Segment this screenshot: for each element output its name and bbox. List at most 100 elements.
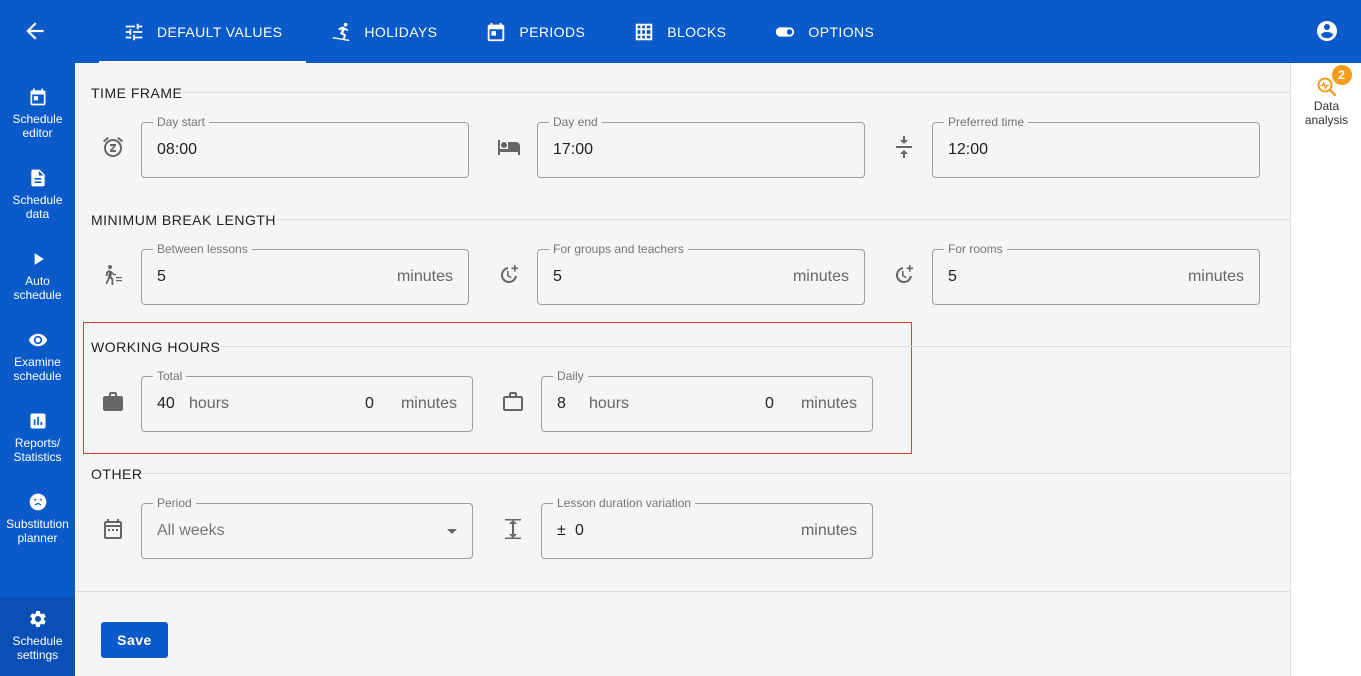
- day-end-label: Day end: [549, 115, 602, 129]
- section-divider: [183, 92, 1290, 93]
- footer-divider: [75, 591, 1290, 592]
- sidebar-item-examine-schedule[interactable]: Examine schedule: [0, 330, 75, 400]
- clock-plus-icon: [500, 265, 519, 284]
- dropdown-arrow-icon: [447, 529, 457, 534]
- calendar-icon: [30, 88, 45, 106]
- sidebar-item-label: Examine schedule: [13, 355, 62, 383]
- clock-plus-icon: [895, 265, 914, 284]
- sidebar-item-reports-statistics[interactable]: Reports/ Statistics: [0, 411, 75, 481]
- groups-teachers-label: For groups and teachers: [549, 242, 688, 256]
- period-label: Period: [153, 496, 196, 510]
- alarm-snooze-icon: [103, 136, 123, 157]
- sidebar-active-area: Schedule settings: [0, 597, 75, 676]
- tab-default-values[interactable]: DEFAULT VALUES: [99, 0, 307, 63]
- tab-holidays[interactable]: HOLIDAYS: [306, 0, 461, 63]
- section-divider: [277, 219, 1290, 220]
- left-sidebar: Schedule editor Schedule data Auto sched…: [0, 63, 75, 676]
- tab-label: OPTIONS: [808, 23, 875, 40]
- height-icon: [505, 519, 521, 539]
- tab-blocks[interactable]: BLOCKS: [609, 0, 750, 63]
- account-circle-icon[interactable]: [1315, 19, 1339, 43]
- between-lessons-value: 5: [157, 268, 166, 285]
- minutes-suffix: minutes: [400, 395, 457, 412]
- between-lessons-field[interactable]: Between lessons 5 minutes: [141, 242, 469, 305]
- play-icon: [34, 253, 44, 265]
- top-app-bar: DEFAULT VALUES HOLIDAYS PERIODS BLOCKS O…: [0, 0, 1361, 63]
- preferred-time-field[interactable]: Preferred time 12:00: [932, 115, 1260, 178]
- skiing-icon: [333, 22, 350, 41]
- sidebar-item-label: Schedule settings: [12, 634, 63, 662]
- back-arrow-icon[interactable]: [22, 18, 48, 44]
- groups-teachers-value: 5: [553, 268, 562, 285]
- sidebar-item-label: Reports/ Statistics: [13, 436, 62, 464]
- sidebar-item-auto-schedule[interactable]: Auto schedule: [0, 249, 75, 319]
- grid-icon: [635, 23, 653, 40]
- preferred-time-label: Preferred time: [944, 115, 1029, 129]
- sidebar-item-schedule-data[interactable]: Schedule data: [0, 168, 75, 238]
- tab-label: BLOCKS: [667, 23, 727, 40]
- sidebar-item-schedule-settings[interactable]: Schedule settings: [0, 609, 75, 676]
- briefcase-filled-icon: [103, 392, 123, 411]
- sidebar-item-label: Schedule editor: [12, 112, 63, 140]
- period-select[interactable]: Period All weeks: [141, 496, 473, 559]
- section-title-time-frame: TIME FRAME: [91, 85, 183, 101]
- sidebar-item-substitution-planner[interactable]: Substitution planner: [0, 492, 75, 562]
- daily-minutes-value: 0: [765, 395, 774, 412]
- section-title-minimum-break: MINIMUM BREAK LENGTH: [91, 212, 277, 228]
- total-hours-value: 40: [157, 395, 175, 412]
- preferred-time-value: 12:00: [948, 141, 989, 158]
- tab-options[interactable]: OPTIONS: [750, 0, 898, 63]
- sidebar-item-label: Substitution planner: [6, 517, 69, 545]
- notification-badge: 2: [1331, 65, 1352, 85]
- day-end-value: 17:00: [553, 141, 594, 158]
- settings-content: TIME FRAME Day start 08:00 Day end 17:00…: [75, 63, 1290, 676]
- section-divider: [221, 346, 1290, 347]
- save-button[interactable]: Save: [101, 622, 168, 658]
- daily-hours-value: 8: [557, 395, 566, 412]
- rooms-label: For rooms: [944, 242, 1007, 256]
- tab-label: HOLIDAYS: [364, 23, 438, 40]
- groups-teachers-break-field[interactable]: For groups and teachers 5 minutes: [537, 242, 865, 305]
- data-analysis-button[interactable]: 2 Data analysis: [1291, 63, 1361, 127]
- right-panel: 2 Data analysis: [1290, 63, 1361, 676]
- sidebar-item-label: Auto schedule: [13, 274, 62, 302]
- chart-icon: [30, 413, 45, 429]
- minutes-suffix: minutes: [800, 395, 857, 412]
- minutes-suffix: minutes: [800, 522, 857, 539]
- rooms-break-field[interactable]: For rooms 5 minutes: [932, 242, 1260, 305]
- plus-minus-prefix: ±: [557, 522, 566, 539]
- hours-unit: hours: [189, 395, 230, 412]
- toggle-icon: [776, 26, 795, 37]
- rooms-value: 5: [948, 268, 957, 285]
- briefcase-outline-icon: [503, 392, 523, 411]
- total-label: Total: [153, 369, 187, 383]
- sidebar-item-schedule-editor[interactable]: Schedule editor: [0, 87, 75, 157]
- sliders-icon: [125, 23, 143, 40]
- total-working-hours-field[interactable]: Total 40 hours 0 minutes: [141, 369, 473, 432]
- minutes-suffix: minutes: [396, 268, 453, 285]
- day-end-field[interactable]: Day end 17:00: [537, 115, 865, 178]
- daily-working-hours-field[interactable]: Daily 8 hours 0 minutes: [541, 369, 873, 432]
- section-title-working-hours: WORKING HOURS: [91, 339, 221, 355]
- tab-periods[interactable]: PERIODS: [461, 0, 609, 63]
- minutes-suffix: minutes: [1187, 268, 1244, 285]
- section-divider: [141, 473, 1290, 474]
- day-start-value: 08:00: [157, 141, 198, 158]
- calendar-icon: [104, 519, 122, 539]
- tab-label: DEFAULT VALUES: [157, 23, 283, 40]
- sidebar-item-label: Schedule data: [12, 193, 63, 221]
- tab-label: PERIODS: [519, 23, 586, 40]
- lesson-duration-variation-field[interactable]: Lesson duration variation ± 0 minutes: [541, 496, 873, 559]
- day-start-field[interactable]: Day start 08:00: [141, 115, 469, 178]
- gear-icon: [29, 611, 46, 627]
- day-start-label: Day start: [153, 115, 210, 129]
- sick-face-icon: [29, 493, 46, 511]
- lesson-variation-label: Lesson duration variation: [553, 496, 696, 510]
- total-minutes-value: 0: [365, 395, 374, 412]
- period-value: All weeks: [157, 522, 225, 539]
- settings-tabs: DEFAULT VALUES HOLIDAYS PERIODS BLOCKS O…: [99, 0, 898, 63]
- walking-break-icon: [105, 265, 122, 285]
- data-analysis-label: Data analysis: [1304, 99, 1349, 127]
- lesson-variation-value: 0: [575, 522, 584, 539]
- document-icon: [30, 169, 45, 187]
